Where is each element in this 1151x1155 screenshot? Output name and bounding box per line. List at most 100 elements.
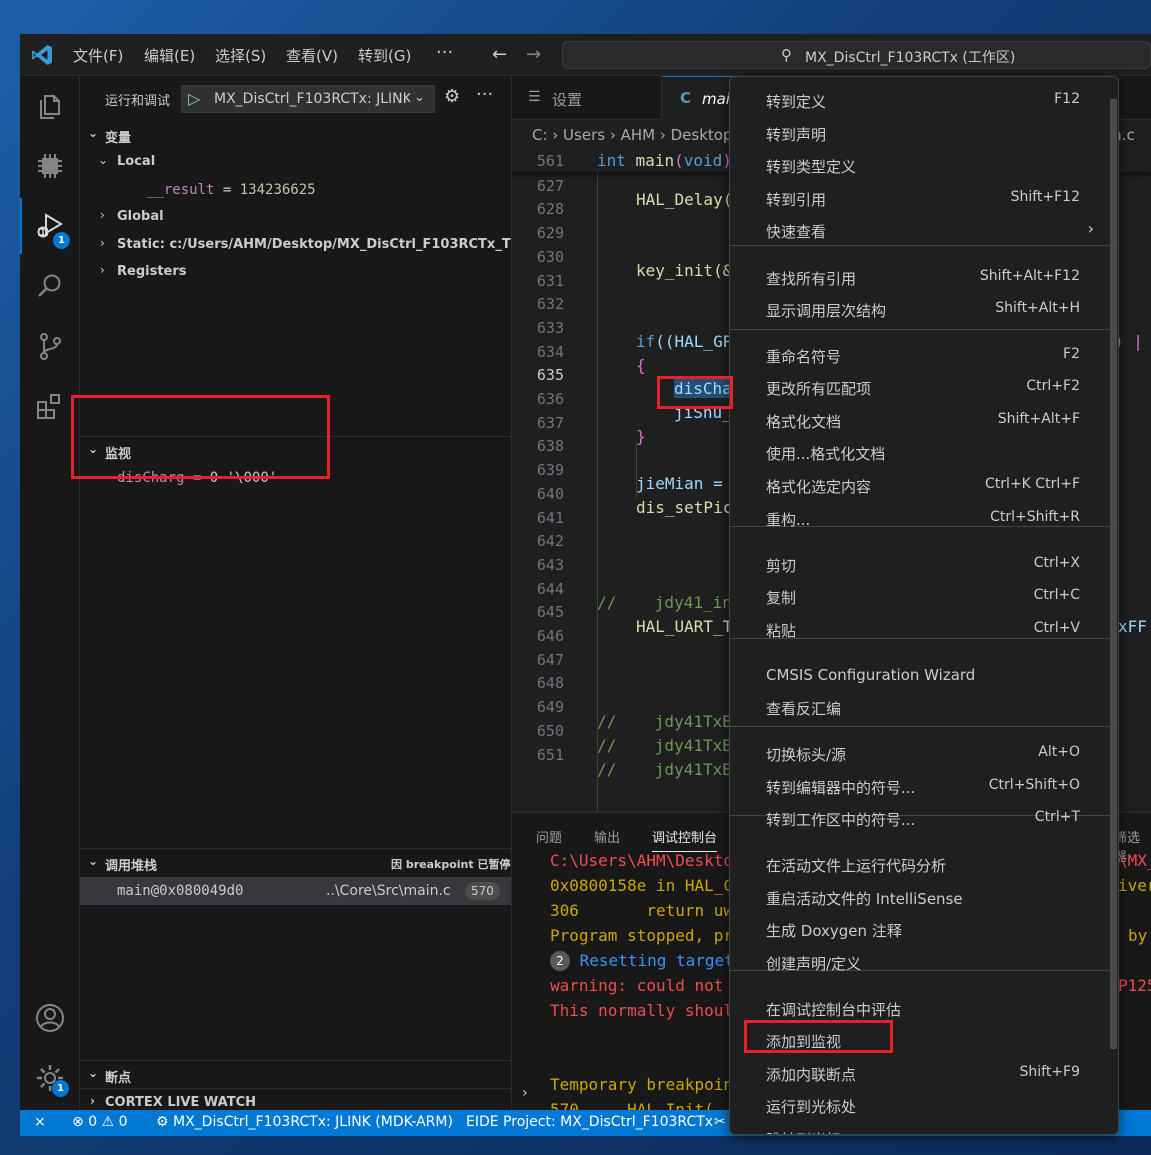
more-actions-icon[interactable]: ···: [476, 84, 493, 105]
menu-file[interactable]: 文件(F): [73, 45, 123, 66]
line-number: 649: [536, 698, 564, 717]
menu-item-label: 快速查看: [766, 223, 827, 241]
menu-item-label: 生成 Doxygen 注释: [766, 922, 902, 940]
panel-tab-output[interactable]: 输出: [594, 827, 620, 846]
start-debug-play-icon[interactable]: ▷: [188, 89, 200, 108]
line-number: 640: [536, 484, 564, 503]
debug-config-dropdown[interactable]: ▷ MX_DisCtrl_F103RCTx: JLINK (MDK-ARM) ⌄: [181, 85, 435, 113]
remote-icon[interactable]: ⨯: [34, 1114, 46, 1130]
context-menu-item[interactable]: 添加内联断点 Shift+F9: [730, 1058, 1118, 1090]
context-menu-item[interactable]: 跳转到光标: [730, 1123, 1118, 1134]
tools-icon[interactable]: ✂: [714, 1114, 726, 1130]
activity-bar: 1 1: [20, 76, 80, 1116]
context-menu-item[interactable]: 转到编辑器中的符号... Ctrl+Shift+O: [730, 771, 1118, 803]
context-menu-item[interactable]: 创建声明/定义: [730, 947, 1118, 979]
chevron-down-icon: ⌄: [88, 1066, 99, 1080]
debug-status[interactable]: ⚙ MX_DisCtrl_F103RCTx: JLINK (MDK-ARM): [156, 1114, 453, 1130]
context-menu-item[interactable]: 快速查看 ›: [730, 215, 1118, 247]
context-menu-item[interactable]: 粘贴 Ctrl+V: [730, 614, 1118, 646]
context-menu-item[interactable]: 查找所有引用 Shift+Alt+F12: [730, 262, 1118, 294]
menu-item-label: CMSIS Configuration Wizard: [766, 666, 976, 684]
console-line: This normally shoul: [550, 1001, 734, 1020]
console-line: Temporary breakpoin: [550, 1075, 734, 1094]
callstack-frame[interactable]: main@0x080049d0 ..\Core\Src\main.c 570: [80, 877, 511, 905]
context-menu-item[interactable]: CMSIS Configuration Wizard: [730, 660, 1118, 692]
warning-count: 0: [118, 1114, 128, 1130]
tab-settings[interactable]: ☰ 设置: [512, 76, 662, 120]
context-menu-item[interactable]: 重命名符号 F2: [730, 340, 1118, 372]
console-line: 2 Resetting target: [550, 951, 734, 971]
chevron-right-icon: ›: [90, 1094, 95, 1108]
extensions-icon[interactable]: [34, 390, 66, 422]
section-divider: [80, 1088, 511, 1089]
context-menu-item[interactable]: 显示调用层次结构 Shift+Alt+H: [730, 294, 1118, 326]
more-menu-button[interactable]: ···: [436, 42, 453, 63]
breadcrumb[interactable]: C: › Users › AHM › Desktop: [532, 126, 732, 144]
tree-item-local[interactable]: ⌄ Local: [80, 149, 511, 175]
menu-item-label: 添加内联断点: [766, 1066, 857, 1084]
context-menu-item[interactable]: 复制 Ctrl+C: [730, 581, 1118, 613]
back-arrow-icon[interactable]: ←: [492, 44, 507, 65]
menu-selection[interactable]: 选择(S): [215, 45, 266, 66]
context-menu-item[interactable]: 更改所有匹配项 Ctrl+F2: [730, 372, 1118, 404]
context-menu-item[interactable]: 查看反汇编: [730, 692, 1118, 724]
launch-settings-gear-icon[interactable]: ⚙: [444, 86, 460, 107]
menu-item-label: 切换标头/源: [766, 746, 847, 764]
context-menu-item[interactable]: 生成 Doxygen 注释: [730, 914, 1118, 946]
command-center-search[interactable]: ⚲ MX_DisCtrl_F103RCTx (工作区): [562, 41, 1151, 69]
context-menu-item[interactable]: 重构... Ctrl+Shift+R: [730, 503, 1118, 535]
callstack-section-header[interactable]: ⌄ 调用堆栈 因 breakpoint 已暂停: [80, 850, 511, 876]
search-icon[interactable]: [34, 270, 66, 302]
chevron-down-icon: ⌄: [88, 126, 99, 140]
line-number: 633: [536, 318, 564, 337]
panel-tab-problems[interactable]: 问题: [536, 827, 562, 846]
console-line: 0x0800158e in HAL_C: [550, 876, 734, 895]
menu-item-shortcut: Ctrl+V: [1033, 620, 1080, 636]
console-input-chevron-icon[interactable]: ›: [522, 1085, 528, 1101]
line-number: 561: [536, 152, 564, 170]
code-line-637: }: [636, 427, 646, 446]
forward-arrow-icon[interactable]: →: [526, 44, 541, 65]
context-menu-item[interactable]: 转到工作区中的符号... Ctrl+T: [730, 803, 1118, 835]
problems-status[interactable]: ⊗ 0 ⚠ 0: [72, 1114, 127, 1130]
watch-highlight-box: [71, 395, 330, 479]
context-menu-item[interactable]: 切换标头/源 Alt+O: [730, 738, 1118, 770]
menu-item-shortcut: Shift+F12: [1010, 189, 1080, 205]
section-divider: [80, 848, 511, 849]
menu-go[interactable]: 转到(G): [358, 45, 411, 66]
context-menu-item[interactable]: 在活动文件上运行代码分析: [730, 849, 1118, 881]
menu-view[interactable]: 查看(V): [286, 45, 338, 66]
source-control-icon[interactable]: [34, 330, 66, 362]
line-number: 642: [536, 532, 564, 551]
context-menu-item[interactable]: 重启活动文件的 IntelliSense: [730, 882, 1118, 914]
menu-item-shortcut: Ctrl+Shift+O: [988, 777, 1080, 793]
context-menu-item[interactable]: 使用...格式化文档: [730, 437, 1118, 469]
menu-item-shortcut: Ctrl+T: [1034, 809, 1080, 825]
tree-item-global[interactable]: › Global: [80, 204, 511, 230]
context-menu-item[interactable]: 转到声明: [730, 118, 1118, 150]
variable-value: 134236625: [239, 182, 316, 198]
context-menu-item[interactable]: 转到定义 F12: [730, 85, 1118, 117]
eide-status[interactable]: EIDE Project: MX_DisCtrl_F103RCTx: [466, 1114, 713, 1130]
explorer-icon[interactable]: [34, 90, 66, 122]
chip-icon[interactable]: [34, 150, 66, 182]
menu-edit[interactable]: 编辑(E): [144, 45, 195, 66]
tree-label-static: Static: c:/Users/AHM/Desktop/MX_DisCtrl_…: [117, 237, 511, 252]
context-menu-item[interactable]: 格式化文档 Shift+Alt+F: [730, 405, 1118, 437]
code-line-650: // jdy41TxB: [597, 736, 732, 755]
tree-item-static[interactable]: › Static: c:/Users/AHM/Desktop/MX_DisCtr…: [80, 232, 511, 258]
tree-item-registers[interactable]: › Registers: [80, 259, 511, 285]
context-menu-item[interactable]: 运行到光标处: [730, 1090, 1118, 1122]
breakpoints-section-header[interactable]: ⌄ 断点: [80, 1062, 511, 1088]
code-line-639: jieMian =: [636, 474, 723, 493]
line-number: 650: [536, 721, 564, 740]
tree-label-local: Local: [117, 154, 156, 169]
account-icon[interactable]: [34, 1002, 66, 1034]
variables-section-header[interactable]: ⌄ 变量: [80, 122, 511, 148]
context-menu-item[interactable]: 剪切 Ctrl+X: [730, 549, 1118, 581]
context-menu-item[interactable]: 格式化选定内容 Ctrl+K Ctrl+F: [730, 470, 1118, 502]
context-menu-item[interactable]: 转到类型定义: [730, 150, 1118, 182]
panel-tab-debug-console[interactable]: 调试控制台: [652, 827, 718, 852]
variable-result[interactable]: __result = 134236625: [147, 182, 316, 198]
context-menu-item[interactable]: 转到引用 Shift+F12: [730, 183, 1118, 215]
